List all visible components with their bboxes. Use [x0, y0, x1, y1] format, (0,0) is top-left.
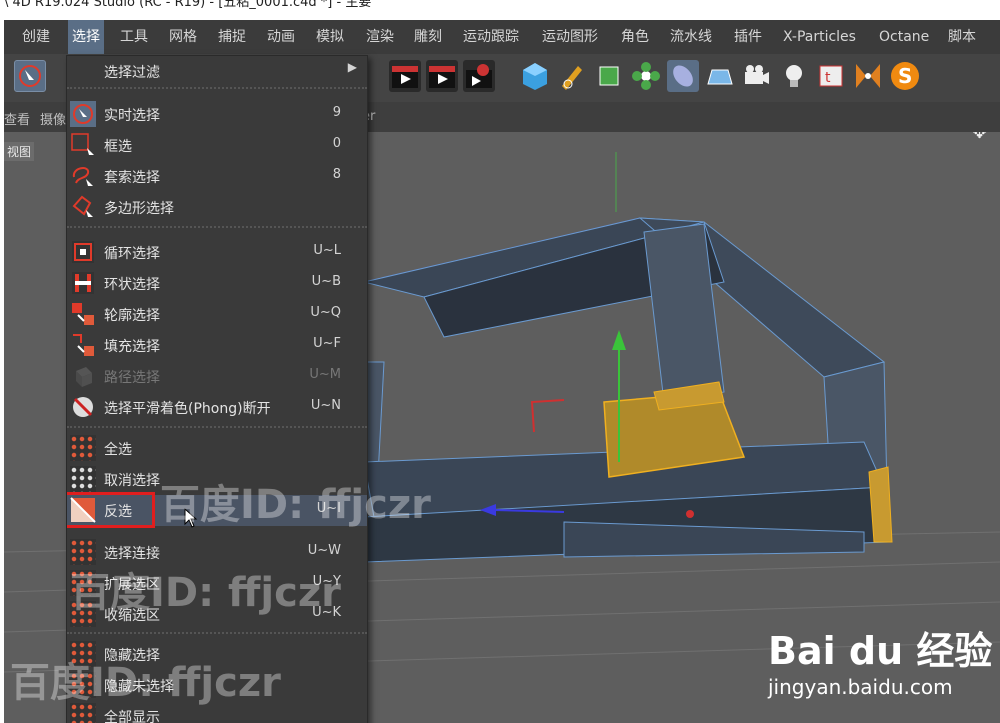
- gear-clapboard-icon: [466, 64, 492, 88]
- menu-snap[interactable]: 捕捉: [214, 20, 250, 54]
- subdivision-icon: [599, 66, 619, 86]
- menu-character[interactable]: 角色: [617, 20, 653, 54]
- viewport-menu-view[interactable]: 查看: [4, 109, 30, 128]
- pen-button[interactable]: [556, 60, 588, 92]
- watermark: 百度ID: ffjczr: [160, 482, 431, 528]
- clapboard-icon: [392, 66, 418, 88]
- select-menu-dropdown: 选择过滤 ▶ 实时选择 9 框选 0 套索选择 8 多边形选择 循环选择 U~L: [66, 55, 368, 723]
- cube-button[interactable]: [519, 60, 551, 92]
- menu-octane[interactable]: Octane: [875, 20, 933, 54]
- cursor-icon: [19, 65, 41, 87]
- menu-render[interactable]: 渲染: [362, 20, 398, 54]
- select-all-icon: [70, 435, 96, 461]
- menubar: 创建 选择 工具 网格 捕捉 动画 模拟 渲染 雕刻 运动跟踪 运动图形 角色 …: [4, 20, 1000, 54]
- window-title: \ 4D R19.024 Studio (RC - R19) - [五粘_000…: [0, 0, 1000, 20]
- xparticles-icon: [856, 64, 880, 88]
- s-logo-icon: S: [891, 62, 919, 90]
- tag-icon: t: [819, 65, 843, 87]
- capsule-icon: [673, 65, 693, 87]
- menu-item-fill-selection[interactable]: 填充选择 U~F: [67, 330, 367, 361]
- select-tool-button[interactable]: [14, 60, 46, 92]
- menu-select[interactable]: 选择: [68, 20, 104, 54]
- live-selection-icon: [70, 101, 96, 127]
- menu-item-live-selection[interactable]: 实时选择 9: [67, 99, 367, 130]
- render-settings-button[interactable]: [463, 60, 495, 92]
- deselect-all-icon: [70, 466, 96, 492]
- light-button[interactable]: [778, 60, 810, 92]
- tag-button[interactable]: t: [815, 60, 847, 92]
- phong-break-icon: [73, 397, 93, 417]
- menu-item-selection-filter[interactable]: 选择过滤 ▶: [67, 56, 367, 87]
- cloner-button[interactable]: [630, 60, 662, 92]
- menu-separator: [67, 632, 367, 634]
- menu-item-path-selection: 路径选择 U~M: [67, 361, 367, 392]
- svg-text:S: S: [898, 64, 912, 88]
- svg-text:t: t: [825, 70, 831, 86]
- ring-selection-icon: [72, 272, 94, 294]
- menu-sculpt[interactable]: 雕刻: [410, 20, 446, 54]
- pen-icon: [562, 66, 582, 90]
- menu-mesh[interactable]: 网格: [165, 20, 201, 54]
- menu-item-outline-selection[interactable]: 轮廓选择 U~Q: [67, 299, 367, 330]
- menu-separator: [67, 226, 367, 228]
- baidu-logo-text: Bai du 经验: [768, 629, 993, 673]
- menu-separator: [67, 87, 367, 89]
- deformer-button[interactable]: [667, 60, 699, 92]
- watermark: 百度ID: ffjczr: [10, 660, 281, 706]
- viewport-menu-camera[interactable]: 摄像: [40, 109, 66, 128]
- polygon-selection-icon: [72, 195, 93, 217]
- menu-mograph[interactable]: 运动图形: [538, 20, 602, 54]
- xparticles-button[interactable]: [852, 60, 884, 92]
- camera-icon: [745, 65, 769, 84]
- flower-icon: [632, 62, 660, 90]
- loop-selection-icon: [72, 241, 94, 263]
- menu-pipeline[interactable]: 流水线: [666, 20, 716, 54]
- render-picture-viewer-button[interactable]: [426, 60, 458, 92]
- submenu-arrow-icon: ▶: [347, 60, 357, 74]
- menu-script[interactable]: 脚本: [944, 20, 980, 54]
- fill-selection-icon: [73, 334, 94, 356]
- highlight-annotation-box: [67, 492, 155, 528]
- floor-button[interactable]: [704, 60, 736, 92]
- menu-xparticles[interactable]: X-Particles: [779, 20, 860, 54]
- menu-plugins[interactable]: 插件: [730, 20, 766, 54]
- lightbulb-icon: [786, 65, 802, 87]
- menu-animate[interactable]: 动画: [263, 20, 299, 54]
- menu-item-rectangle-selection[interactable]: 框选 0: [67, 130, 367, 161]
- script-button[interactable]: S: [889, 60, 921, 92]
- cube-icon: [523, 63, 547, 90]
- render-view-button[interactable]: [389, 60, 421, 92]
- menu-motion-tracking[interactable]: 运动跟踪: [459, 20, 523, 54]
- clapboard-icon: [429, 66, 455, 88]
- menu-separator: [67, 426, 367, 428]
- outline-selection-icon: [72, 303, 94, 325]
- menu-item-loop-selection[interactable]: 循环选择 U~L: [67, 237, 367, 268]
- baidu-url: jingyan.baidu.com: [768, 675, 953, 699]
- camera-button[interactable]: [741, 60, 773, 92]
- watermark: 百度ID: ffjczr: [70, 570, 341, 616]
- subdivision-button[interactable]: [593, 60, 625, 92]
- menu-item-phong-break-selection[interactable]: 选择平滑着色(Phong)断开 U~N: [67, 392, 367, 423]
- menu-item-polygon-selection[interactable]: 多边形选择: [67, 192, 367, 223]
- menu-item-lasso-selection[interactable]: 套索选择 8: [67, 161, 367, 192]
- lasso-selection-icon: [72, 167, 93, 186]
- menu-create[interactable]: 创建: [18, 20, 54, 54]
- menu-item-ring-selection[interactable]: 环状选择 U~B: [67, 268, 367, 299]
- baidu-jingyan-logo: Bai du 经验 jingyan.baidu.com: [768, 620, 992, 699]
- rectangle-selection-icon: [71, 133, 94, 155]
- menu-tools[interactable]: 工具: [116, 20, 152, 54]
- path-selection-icon: [76, 367, 92, 387]
- menu-simulate[interactable]: 模拟: [312, 20, 348, 54]
- menu-item-select-all[interactable]: 全选: [67, 433, 367, 464]
- floor-grid-icon: [707, 69, 733, 85]
